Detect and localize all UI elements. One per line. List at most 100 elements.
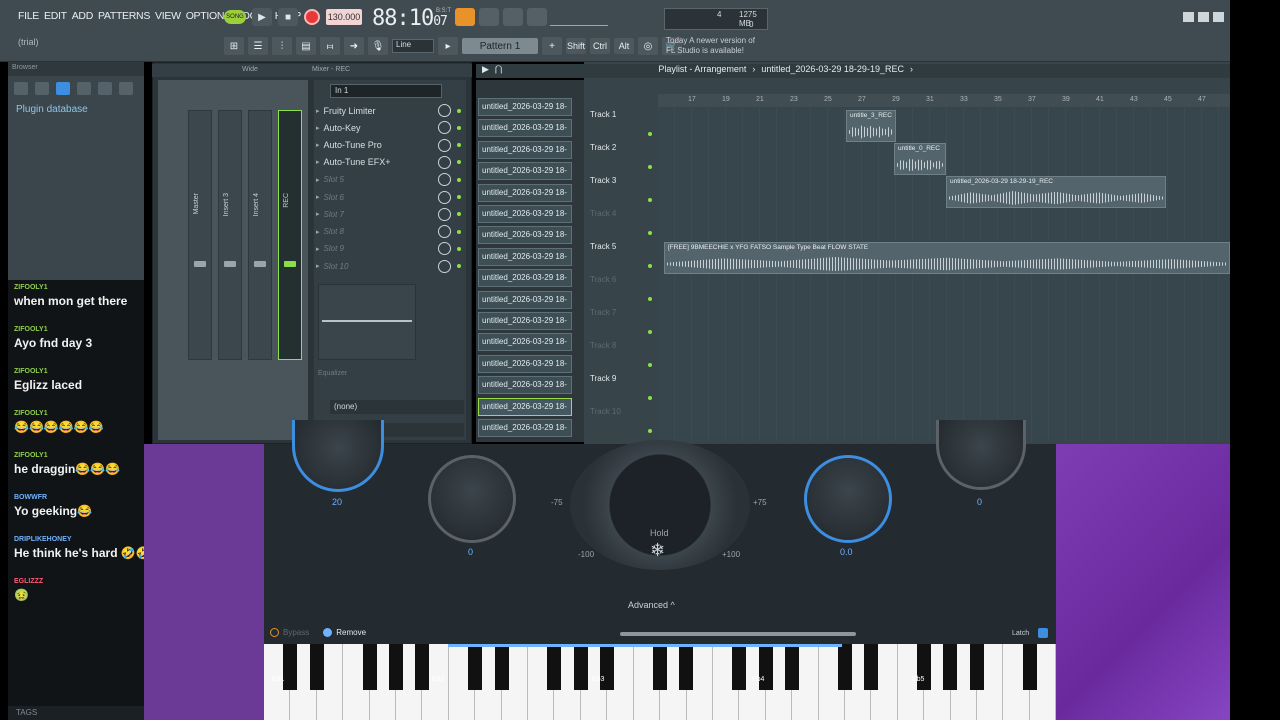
- slot-mix-knob[interactable]: [438, 207, 451, 221]
- effect-slot[interactable]: ▸ Auto-Key: [316, 119, 466, 136]
- black-key[interactable]: [283, 644, 298, 690]
- slot-mix-knob[interactable]: [438, 104, 451, 117]
- channel-rack-icon[interactable]: ▤: [296, 37, 316, 55]
- effect-slot[interactable]: ▸ Slot 10: [316, 258, 466, 275]
- back-icon[interactable]: [14, 82, 28, 95]
- play-button[interactable]: ▶: [252, 8, 272, 26]
- track-enable-led[interactable]: [648, 132, 652, 136]
- slot-mix-knob[interactable]: [438, 190, 451, 204]
- channel-button[interactable]: untitled_2026-03-29 18-: [478, 140, 572, 159]
- online-icon[interactable]: ◎: [638, 37, 658, 55]
- playlist-icon[interactable]: ☰: [248, 37, 268, 55]
- channel-button[interactable]: untitled_2026-03-29 18-: [478, 183, 572, 202]
- countdown-icon[interactable]: [527, 8, 547, 26]
- remove-radio[interactable]: [323, 628, 333, 637]
- black-key[interactable]: [1022, 644, 1037, 690]
- track-enable-led[interactable]: [648, 297, 652, 301]
- mixer-strip[interactable]: Insert 3: [218, 110, 242, 360]
- track-enable-led[interactable]: [648, 264, 652, 268]
- channel-button[interactable]: untitled_2026-03-29 18-: [478, 98, 572, 116]
- volume-fader[interactable]: [224, 261, 236, 267]
- snap-icon[interactable]: ⊞: [224, 37, 244, 55]
- ctrl-key[interactable]: Ctrl: [590, 38, 610, 54]
- close-icon[interactable]: [1213, 12, 1224, 22]
- slot-mix-knob[interactable]: [438, 259, 451, 273]
- channel-button[interactable]: untitled_2026-03-29 18-: [478, 290, 572, 309]
- shift-key[interactable]: Shift: [566, 38, 586, 54]
- channel-button[interactable]: untitled_2026-03-29 18-: [478, 376, 572, 395]
- channel-button[interactable]: untitled_2026-03-29 18-: [478, 312, 572, 330]
- audio-clip[interactable]: untitle_3_REC: [846, 110, 896, 142]
- black-key[interactable]: [969, 644, 984, 690]
- track-header[interactable]: Track 6: [588, 273, 656, 305]
- track-header[interactable]: Track 4: [588, 207, 656, 239]
- slot-enable-led[interactable]: [457, 195, 461, 199]
- slot-enable-led[interactable]: [457, 212, 461, 217]
- folder-icon[interactable]: [35, 82, 49, 95]
- expand-arrow-icon[interactable]: ▸: [316, 124, 320, 132]
- menu-item[interactable]: VIEW: [155, 10, 181, 22]
- advanced-toggle[interactable]: Advanced ^: [628, 600, 675, 610]
- slot-enable-led[interactable]: [457, 246, 461, 251]
- slot-enable-led[interactable]: [457, 125, 461, 130]
- menu-item[interactable]: FILE: [18, 10, 39, 22]
- loop-record-icon[interactable]: [503, 8, 523, 26]
- black-key[interactable]: [600, 644, 615, 690]
- news-panel[interactable]: Today A newer version of FL Studio is av…: [666, 36, 755, 56]
- track-header[interactable]: Track 8: [588, 339, 656, 371]
- expand-arrow-icon[interactable]: ▸: [316, 228, 320, 236]
- slot-enable-led[interactable]: [457, 229, 461, 234]
- humanize-knob[interactable]: [428, 455, 516, 543]
- slot-mix-knob[interactable]: [438, 173, 451, 187]
- pattern-selector[interactable]: Pattern 1: [462, 38, 538, 54]
- alt-key[interactable]: Alt: [614, 38, 634, 54]
- expand-arrow-icon[interactable]: ▸: [316, 107, 320, 115]
- track-enable-led[interactable]: [648, 198, 652, 202]
- menu-item[interactable]: EDIT: [44, 10, 67, 22]
- piano-roll-icon[interactable]: ⫶: [272, 37, 292, 55]
- timeline-ruler[interactable]: 17 19 21 23 25 27 29 31 33 35 37 39 41 43 45 47: [658, 94, 1230, 107]
- expand-arrow-icon[interactable]: ▸: [316, 176, 320, 184]
- track-header[interactable]: Track 7: [588, 306, 656, 338]
- keyboard-scrollbar[interactable]: [620, 632, 856, 636]
- microphone-icon[interactable]: 🎙: [368, 37, 388, 55]
- arrow-icon[interactable]: ➜: [344, 37, 364, 55]
- menu-item[interactable]: PATTERNS: [98, 10, 150, 22]
- slot-mix-knob[interactable]: [438, 121, 451, 135]
- minimize-icon[interactable]: [1183, 12, 1194, 22]
- tempo-display[interactable]: 130.000: [326, 9, 362, 25]
- effect-slot[interactable]: ▸ Slot 6: [316, 189, 466, 206]
- track-enable-led[interactable]: [648, 165, 652, 169]
- black-key[interactable]: [785, 644, 799, 690]
- black-key[interactable]: [679, 644, 694, 690]
- track-header[interactable]: Track 2: [588, 141, 656, 173]
- black-key[interactable]: [389, 644, 403, 690]
- slot-mix-knob[interactable]: [438, 242, 451, 256]
- black-key[interactable]: [732, 644, 747, 690]
- expand-arrow-icon[interactable]: ▸: [316, 158, 320, 166]
- bypass-radio[interactable]: [270, 628, 279, 637]
- black-key[interactable]: [547, 644, 562, 690]
- maximize-icon[interactable]: [1198, 12, 1209, 22]
- slot-enable-led[interactable]: [457, 160, 461, 165]
- volume-fader[interactable]: [194, 261, 206, 267]
- remove-option[interactable]: Remove: [323, 628, 366, 637]
- track-header[interactable]: Track 5: [588, 240, 656, 272]
- snowflake-icon[interactable]: ❄: [650, 540, 665, 561]
- track-header[interactable]: Track 3: [588, 174, 656, 206]
- pattern-prev-icon[interactable]: ▸: [438, 37, 458, 55]
- black-key[interactable]: [415, 644, 430, 690]
- search-icon[interactable]: [77, 82, 91, 95]
- channel-button[interactable]: untitled_2026-03-29 18-: [478, 419, 572, 437]
- bypass-option[interactable]: Bypass: [270, 628, 309, 637]
- expand-arrow-icon[interactable]: ▸: [316, 210, 320, 218]
- play-arrow-icon[interactable]: ▶: [482, 64, 489, 78]
- step-edit-icon[interactable]: [479, 8, 499, 26]
- send-select-1[interactable]: (none): [330, 400, 464, 414]
- expand-arrow-icon[interactable]: ▸: [316, 193, 320, 201]
- effect-slot[interactable]: ▸ Slot 8: [316, 223, 466, 240]
- black-key[interactable]: [468, 644, 483, 690]
- mixer-input-select[interactable]: In 1: [330, 84, 442, 98]
- track-enable-led[interactable]: [648, 330, 652, 334]
- channel-button[interactable]: untitled_2026-03-29 18-: [478, 162, 572, 181]
